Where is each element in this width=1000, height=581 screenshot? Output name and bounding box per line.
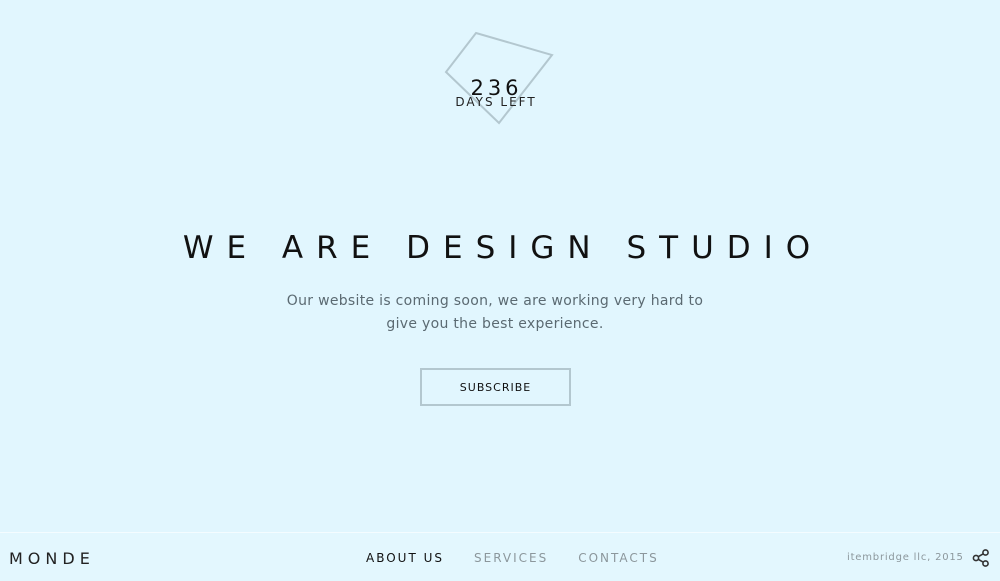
countdown: 236 DAYS LEFT	[440, 28, 560, 128]
page-title: WE ARE DESIGN STUDIO	[182, 230, 824, 266]
brand-logo[interactable]: MONDE	[9, 549, 95, 568]
nav-item-services[interactable]: SERVICES	[474, 551, 548, 565]
nav-item-contacts[interactable]: CONTACTS	[578, 551, 659, 565]
nav-item-about-us[interactable]: ABOUT US	[366, 551, 444, 565]
copyright-text: itembridge llc, 2015	[847, 552, 964, 563]
countdown-label: DAYS LEFT	[455, 95, 537, 109]
footer: MONDE ABOUT US SERVICES CONTACTS itembri…	[0, 532, 1000, 581]
hero-subtext: Our website is coming soon, we are worki…	[286, 293, 704, 332]
footer-nav: ABOUT US SERVICES CONTACTS	[366, 551, 659, 565]
share-icon[interactable]	[972, 549, 990, 567]
subscribe-button[interactable]: SUBSCRIBE	[420, 368, 571, 406]
